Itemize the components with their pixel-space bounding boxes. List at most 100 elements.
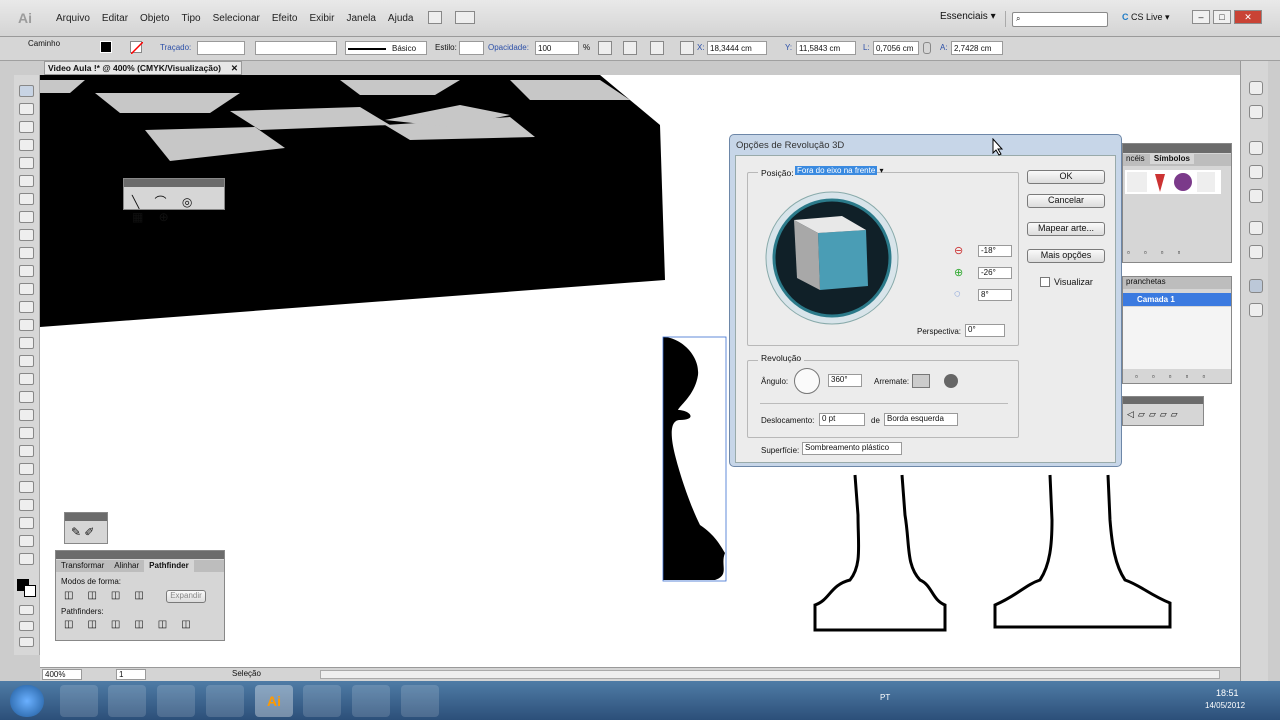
layers-tab[interactable]: pranchetas [1123, 277, 1231, 289]
workspace-switcher[interactable]: Essenciais ▾ [940, 11, 1006, 27]
photoshop-icon[interactable] [206, 685, 244, 717]
menu-item-arquivo[interactable]: Arquivo [50, 13, 96, 24]
file-explorer-icon[interactable] [352, 685, 390, 717]
offset-field[interactable]: 0 pt [819, 413, 865, 426]
map-art-button[interactable]: Mapear arte... [1027, 222, 1105, 236]
panel-title-bar[interactable] [65, 513, 107, 521]
brush-definition-field[interactable]: Básico [345, 41, 427, 55]
pen-tool-icon[interactable] [19, 157, 34, 169]
symbols-footer-icons[interactable]: ▫▫▫▫ [1127, 248, 1194, 257]
ok-button[interactable]: OK [1027, 170, 1105, 184]
chrome-icon[interactable] [60, 685, 98, 717]
blend-tool-icon[interactable] [19, 463, 34, 475]
cs-live-button[interactable]: C CS Live ▾ [1122, 12, 1170, 23]
position-select[interactable]: Fora do eixo na frente ▾ [795, 166, 898, 178]
menu-item-janela[interactable]: Janela [340, 13, 381, 24]
artboard-tool-icon[interactable] [19, 517, 34, 529]
line-tool-icon[interactable] [19, 193, 34, 205]
stroke-icon[interactable] [1249, 221, 1263, 235]
z-rotation-field[interactable]: 8° [978, 289, 1012, 301]
recolor-artwork-icon[interactable] [598, 41, 612, 55]
tab-brushes[interactable]: ncéis [1123, 153, 1148, 164]
stroke-color-icon[interactable] [24, 585, 36, 597]
align-icon[interactable] [650, 41, 664, 55]
panel-title-bar[interactable] [124, 179, 224, 187]
tab-transformar[interactable]: Transformar [56, 560, 109, 572]
variable-width-field[interactable] [255, 41, 337, 55]
panel-title-bar[interactable] [1123, 397, 1203, 404]
illustrator-icon[interactable]: Ai [255, 685, 293, 717]
floating-tools-icons[interactable]: ◁▱▱▱▱ [1127, 409, 1182, 420]
constrain-link-icon[interactable] [923, 42, 931, 54]
symbol-sprayer-tool-icon[interactable] [19, 481, 34, 493]
reference-point-icon[interactable] [680, 41, 694, 55]
artboards-icon[interactable] [1249, 303, 1263, 317]
stroke-label[interactable]: Traçado: [160, 41, 191, 55]
document-tab[interactable]: Video Aula !* @ 400% (CMYK/Visualização)… [44, 61, 242, 75]
offset-edge-select[interactable]: Borda esquerda [884, 413, 958, 426]
eraser-tool-icon[interactable] [19, 283, 34, 295]
pencil-tool-icon[interactable] [19, 247, 34, 259]
y-rotation-field[interactable]: -26° [978, 267, 1012, 279]
style-picker[interactable] [459, 41, 484, 55]
zoom-tool-icon[interactable] [19, 553, 34, 565]
gradient-icon[interactable] [1249, 245, 1263, 259]
start-button-icon[interactable] [10, 685, 44, 717]
arrange-documents-icon[interactable] [455, 11, 475, 24]
h-field[interactable]: 2,7428 cm [951, 41, 1003, 55]
menu-item-selecionar[interactable]: Selecionar [207, 13, 266, 24]
free-transform-tool-icon[interactable] [19, 355, 34, 367]
angle-dial[interactable] [794, 368, 820, 394]
mesh-tool-icon[interactable] [19, 409, 34, 421]
messenger-icon[interactable] [401, 685, 439, 717]
angle-field[interactable]: 360° [828, 374, 862, 387]
paintbrush-tool-icon[interactable] [19, 229, 34, 241]
bridge-icon[interactable] [428, 11, 442, 24]
color-mode-icon[interactable] [19, 605, 34, 615]
brushes-icon[interactable] [1249, 165, 1263, 179]
clock-date[interactable]: 14/05/2012 [1205, 701, 1245, 710]
close-tab-icon[interactable]: ✕ [231, 62, 241, 74]
preview-checkbox[interactable] [1040, 277, 1050, 287]
direct-selection-tool-icon[interactable] [19, 103, 34, 115]
x-field[interactable]: 18,3444 cm [707, 41, 767, 55]
cap-on-button[interactable] [912, 374, 930, 388]
blob-brush-tool-icon[interactable] [19, 265, 34, 277]
y-field[interactable]: 11,5843 cm [796, 41, 856, 55]
track-cube-preview[interactable] [764, 190, 900, 326]
symbols-icon[interactable] [1249, 189, 1263, 203]
stroke-weight-field[interactable] [197, 41, 245, 55]
cap-off-button[interactable] [944, 374, 958, 388]
help-search-input[interactable]: ⌕ [1012, 12, 1108, 27]
shape-builder-tool-icon[interactable] [19, 373, 34, 385]
maximize-button[interactable]: □ [1213, 10, 1231, 24]
line-tools-icons[interactable]: ╲ ⌒ ◎ ▦ ⊕ [132, 193, 224, 224]
rotate-tool-icon[interactable] [19, 301, 34, 313]
stroke-swatch[interactable] [130, 41, 144, 55]
scale-tool-icon[interactable] [19, 319, 34, 331]
menu-item-exibir[interactable]: Exibir [303, 13, 340, 24]
lasso-tool-icon[interactable] [19, 139, 34, 151]
minimize-button[interactable]: – [1192, 10, 1210, 24]
menu-item-objeto[interactable]: Objeto [134, 13, 175, 24]
surface-select[interactable]: Sombreamento plástico [802, 442, 902, 455]
artboard-number-field[interactable]: 1 [116, 669, 146, 680]
gradient-tool-icon[interactable] [19, 427, 34, 439]
screen-mode-icon[interactable] [19, 637, 34, 647]
language-indicator[interactable]: PT [880, 693, 890, 702]
layers-icon[interactable] [1249, 279, 1263, 293]
pathfinder-buttons[interactable]: ◫◫◫◫◫◫ [64, 619, 205, 630]
panel-title-bar[interactable] [1123, 144, 1231, 153]
draw-mode-icon[interactable] [19, 621, 34, 631]
eyedropper-tool-icon[interactable] [19, 445, 34, 457]
menu-item-ajuda[interactable]: Ajuda [382, 13, 420, 24]
x-rotation-field[interactable]: -18° [978, 245, 1012, 257]
selection-tool-icon[interactable] [19, 85, 34, 97]
brush-tools-icons[interactable]: ✎ ✐ [71, 525, 94, 539]
expand-button[interactable]: Expandir [166, 590, 206, 603]
layers-footer-icons[interactable]: ▫▫▫▫▫ [1135, 372, 1219, 381]
tab-pathfinder[interactable]: Pathfinder [144, 560, 194, 572]
type-tool-icon[interactable] [19, 175, 34, 187]
menu-item-editar[interactable]: Editar [96, 13, 134, 24]
app-n-icon[interactable] [157, 685, 195, 717]
